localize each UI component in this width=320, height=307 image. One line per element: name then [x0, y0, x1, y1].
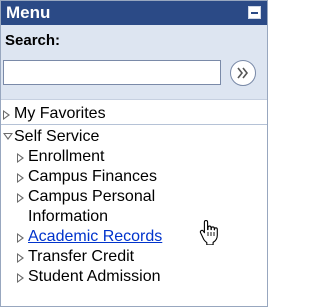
menu-title: Menu [6, 3, 51, 22]
menu-tree: My Favorites Self Service Enrollment Cam… [1, 100, 267, 287]
menu-item-label: Transfer Credit [28, 248, 135, 265]
menu-item-link[interactable]: Academic Records [28, 228, 162, 245]
menu-item-academic-records[interactable]: Academic Records [1, 227, 267, 247]
menu-item-campus-finances[interactable]: Campus Finances [1, 167, 267, 187]
menu-item-label: Student Admission [28, 268, 161, 285]
menu-item-self-service[interactable]: Self Service [1, 127, 267, 147]
search-label: Search: [5, 32, 61, 49]
double-chevron-right-icon[interactable] [230, 60, 256, 86]
search-input[interactable] [3, 60, 221, 85]
collapse-triangle-icon [3, 133, 13, 140]
menu-panel: Menu Search: My Favorites Self Service E… [0, 0, 268, 307]
menu-header: Menu [1, 1, 267, 25]
menu-item-label: My Favorites [14, 105, 106, 122]
expand-triangle-icon [17, 233, 24, 243]
menu-item-student-admission[interactable]: Student Admission [1, 267, 267, 287]
expand-triangle-icon [17, 153, 24, 163]
search-panel: Search: [1, 25, 267, 100]
expand-triangle-icon [17, 173, 24, 183]
menu-item-campus-personal-information[interactable]: Campus Personal Information [1, 187, 267, 227]
menu-item-label-line2: Information [28, 208, 109, 225]
minus-icon[interactable] [248, 6, 261, 19]
expand-triangle-icon [17, 253, 24, 263]
expand-triangle-icon [17, 193, 24, 203]
menu-item-label: Campus Finances [28, 168, 157, 185]
menu-item-label: Self Service [14, 128, 100, 145]
menu-item-transfer-credit[interactable]: Transfer Credit [1, 247, 267, 267]
expand-triangle-icon [17, 273, 24, 283]
expand-triangle-icon [3, 110, 10, 120]
menu-item-label-line1: Campus Personal [28, 188, 156, 205]
menu-item-my-favorites[interactable]: My Favorites [1, 104, 267, 125]
menu-item-enrollment[interactable]: Enrollment [1, 147, 267, 167]
menu-item-label: Enrollment [28, 148, 105, 165]
